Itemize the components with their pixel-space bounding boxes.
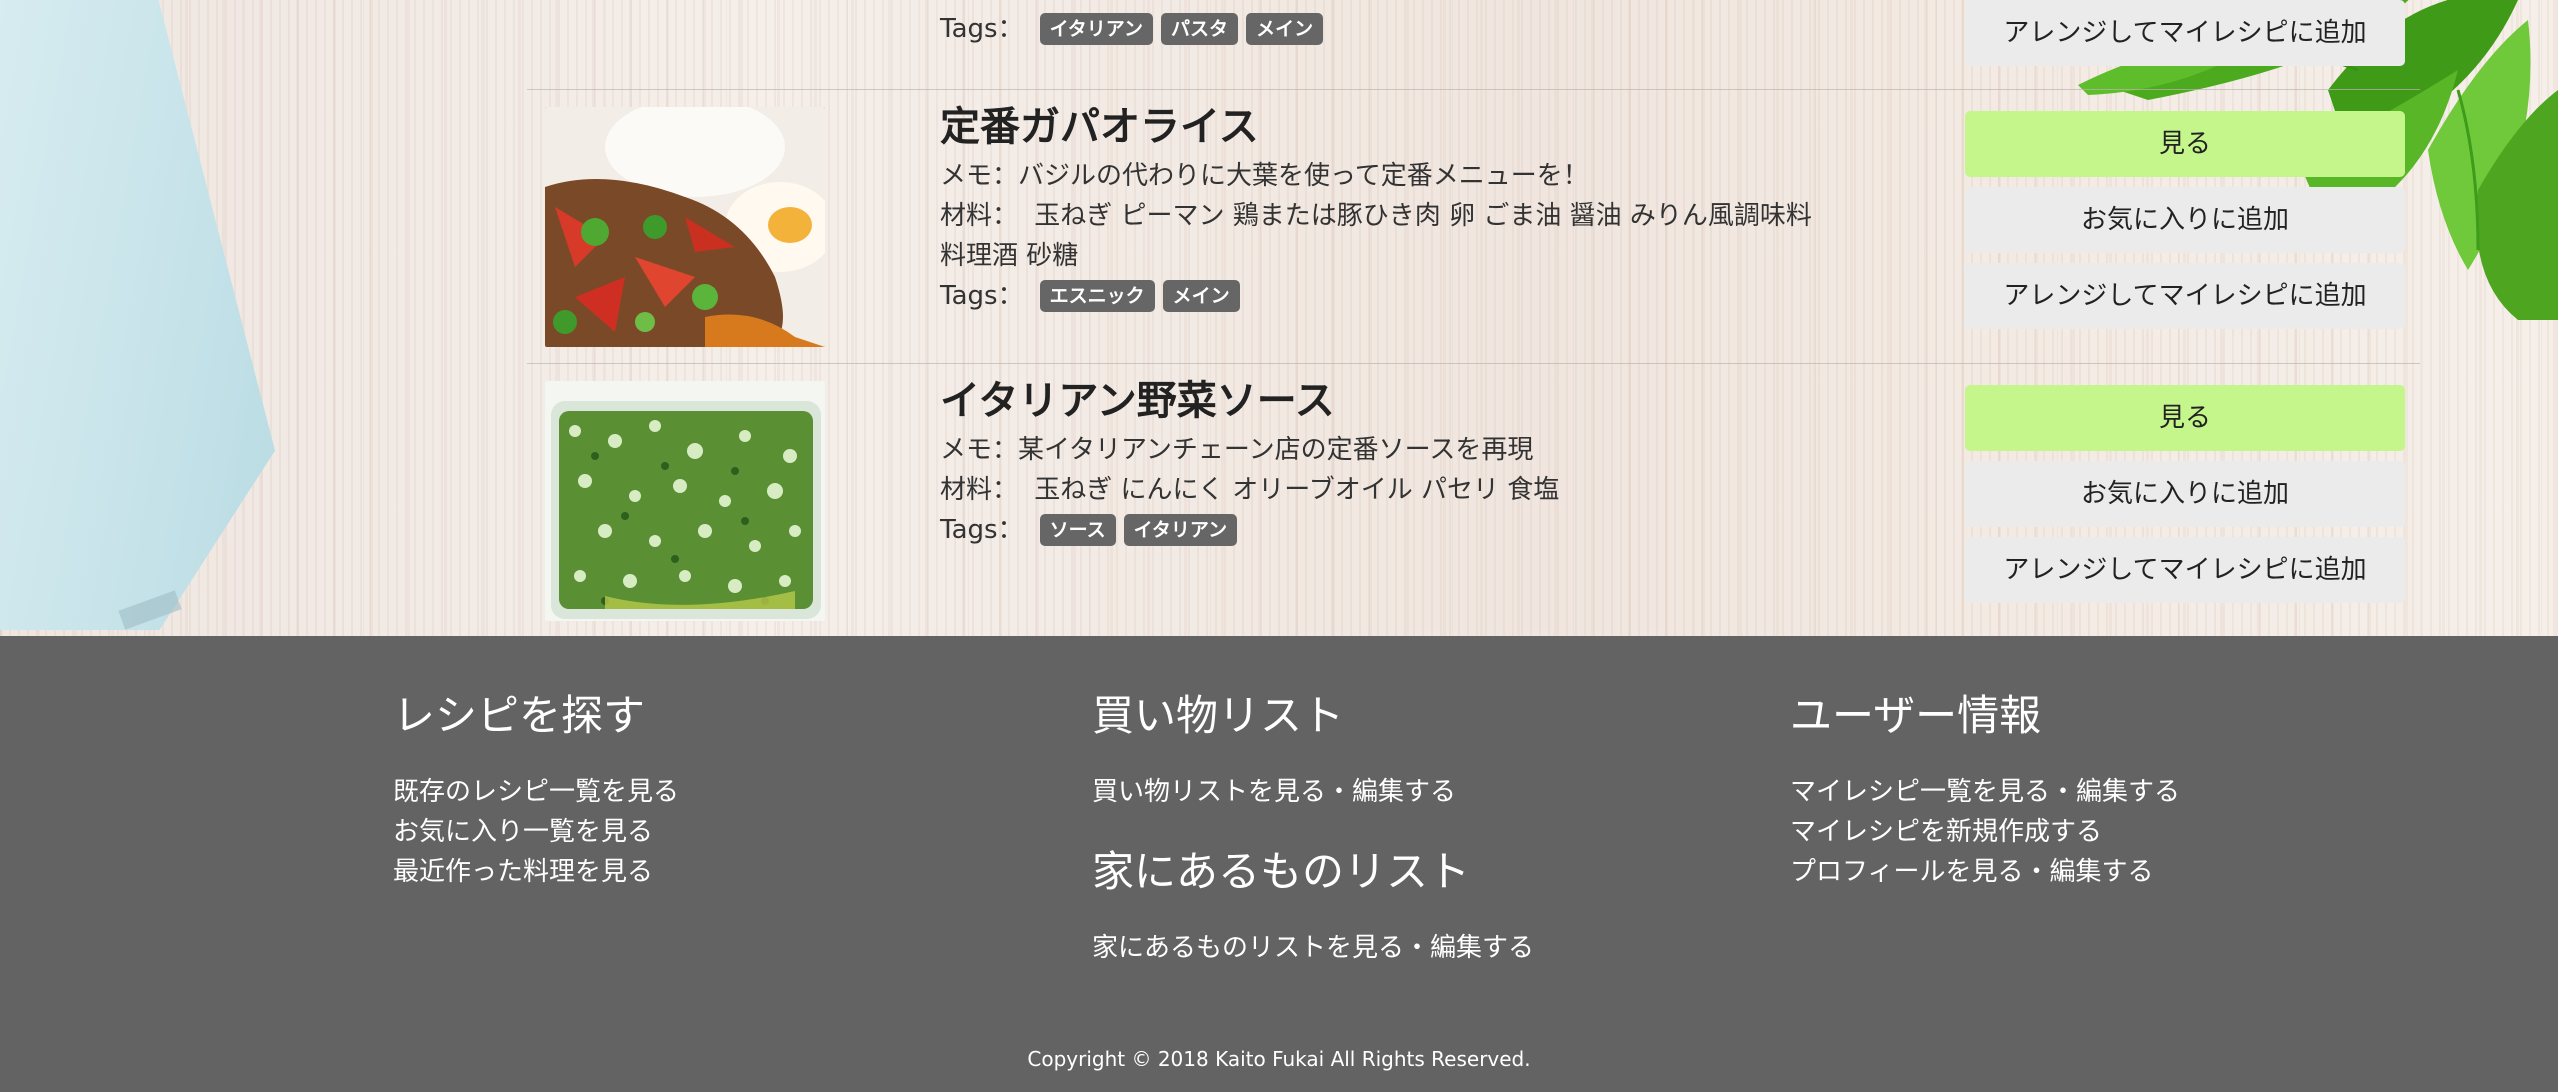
tag-badge[interactable]: パスタ bbox=[1161, 13, 1239, 45]
footer-link-recent-cooked[interactable]: 最近作った料理を見る bbox=[393, 852, 993, 892]
arrange-to-myrecipe-button[interactable]: アレンジしてマイレシピに追加 bbox=[1965, 263, 2405, 329]
recipe-tags: Tags： エスニック メイン bbox=[940, 276, 1940, 316]
ingredients-label: 材料： bbox=[940, 475, 1019, 505]
recipe-memo: メモ：バジルの代わりに大葉を使って定番メニューを！ bbox=[940, 161, 1589, 191]
add-favorite-button[interactable]: お気に入りに追加 bbox=[1965, 187, 2405, 253]
tags-label: Tags： bbox=[940, 14, 1024, 44]
arrange-to-myrecipe-button[interactable]: アレンジしてマイレシピに追加 bbox=[1965, 537, 2405, 603]
tag-badge[interactable]: ソース bbox=[1039, 514, 1116, 546]
footer-shopping-list: 買い物リスト 買い物リストを見る・編集する 家にあるものリスト 家にあるものリス… bbox=[1092, 686, 1692, 968]
cutting-board-image bbox=[0, 0, 275, 630]
view-button[interactable]: 見る bbox=[1965, 111, 2405, 177]
arrange-to-myrecipe-button[interactable]: アレンジしてマイレシピに追加 bbox=[1965, 0, 2405, 66]
tag-badge[interactable]: エスニック bbox=[1039, 280, 1155, 312]
recipe-info: Tags： イタリアン パスタ メイン bbox=[940, 9, 1940, 49]
recipe-image[interactable] bbox=[545, 107, 825, 347]
footer-heading: ユーザー情報 bbox=[1790, 691, 2042, 740]
footer-link-my-recipes[interactable]: マイレシピ一覧を見る・編集する bbox=[1790, 772, 2390, 812]
footer-link-favorites[interactable]: お気に入り一覧を見る bbox=[393, 812, 993, 852]
recipe-image[interactable] bbox=[545, 381, 825, 621]
recipe-ingredients-continued: 料理酒 砂糖 bbox=[940, 241, 1079, 271]
footer-find-recipes: レシピを探す 既存のレシピ一覧を見る お気に入り一覧を見る 最近作った料理を見る bbox=[393, 686, 993, 892]
tag-badge[interactable]: メイン bbox=[1162, 280, 1240, 312]
footer-link-profile[interactable]: プロフィールを見る・編集する bbox=[1790, 852, 2390, 892]
footer-heading: レシピを探す bbox=[393, 691, 646, 740]
recipe-info: イタリアン野菜ソース メモ：某イタリアンチェーン店の定番ソースを再現 材料： 玉… bbox=[940, 372, 1940, 550]
recipe-ingredients: 材料： 玉ねぎ ピーマン 鶏または豚ひき肉 卵 ごま油 醤油 みりん風調味料 bbox=[940, 196, 1940, 236]
recipe-card: イタリアン野菜ソース メモ：某イタリアンチェーン店の定番ソースを再現 材料： 玉… bbox=[527, 363, 2420, 638]
add-favorite-button[interactable]: お気に入りに追加 bbox=[1965, 461, 2405, 527]
footer-heading: 家にあるものリスト bbox=[1092, 847, 1471, 896]
recipe-ingredients: 材料： 玉ねぎ にんにく オリーブオイル パセリ 食塩 bbox=[940, 470, 1940, 510]
footer-link-recipe-list[interactable]: 既存のレシピ一覧を見る bbox=[393, 772, 993, 812]
recipe-info: 定番ガパオライス メモ：バジルの代わりに大葉を使って定番メニューを！ 材料： 玉… bbox=[940, 98, 1940, 316]
copyright-text: Copyright © 2018 Kaito Fukai All Rights … bbox=[1027, 1047, 1531, 1071]
recipe-title[interactable]: 定番ガパオライス bbox=[940, 98, 1940, 156]
recipe-memo: メモ：某イタリアンチェーン店の定番ソースを再現 bbox=[940, 435, 1534, 465]
tag-badge[interactable]: イタリアン bbox=[1039, 13, 1154, 45]
ingredients-label: 材料： bbox=[940, 201, 1019, 231]
ingredients-text: 玉ねぎ にんにく オリーブオイル パセリ 食塩 bbox=[1034, 475, 1560, 505]
tag-badge[interactable]: メイン bbox=[1246, 13, 1324, 45]
footer-user-info: ユーザー情報 マイレシピ一覧を見る・編集する マイレシピを新規作成する プロフィ… bbox=[1790, 686, 2390, 892]
tags-label: Tags： bbox=[940, 281, 1024, 311]
site-footer: レシピを探す 既存のレシピ一覧を見る お気に入り一覧を見る 最近作った料理を見る… bbox=[0, 636, 2558, 1092]
recipe-card: Tags： イタリアン パスタ メイン アレンジしてマイレシピに追加 bbox=[527, 0, 2420, 89]
recipe-tags: Tags： ソース イタリアン bbox=[940, 510, 1940, 550]
footer-heading: 買い物リスト bbox=[1092, 691, 1345, 740]
footer-link-shopping-list[interactable]: 買い物リストを見る・編集する bbox=[1092, 772, 1692, 812]
ingredients-text: 玉ねぎ ピーマン 鶏または豚ひき肉 卵 ごま油 醤油 みりん風調味料 bbox=[1034, 201, 1812, 231]
tag-badge[interactable]: イタリアン bbox=[1123, 514, 1238, 546]
tags-label: Tags： bbox=[940, 515, 1024, 545]
recipe-title[interactable]: イタリアン野菜ソース bbox=[940, 372, 1940, 430]
footer-link-new-recipe[interactable]: マイレシピを新規作成する bbox=[1790, 812, 2390, 852]
recipe-tags: Tags： イタリアン パスタ メイン bbox=[940, 9, 1940, 49]
recipe-card: 定番ガパオライス メモ：バジルの代わりに大葉を使って定番メニューを！ 材料： 玉… bbox=[527, 89, 2420, 364]
footer-link-home-items[interactable]: 家にあるものリストを見る・編集する bbox=[1092, 928, 1692, 968]
view-button[interactable]: 見る bbox=[1965, 385, 2405, 451]
